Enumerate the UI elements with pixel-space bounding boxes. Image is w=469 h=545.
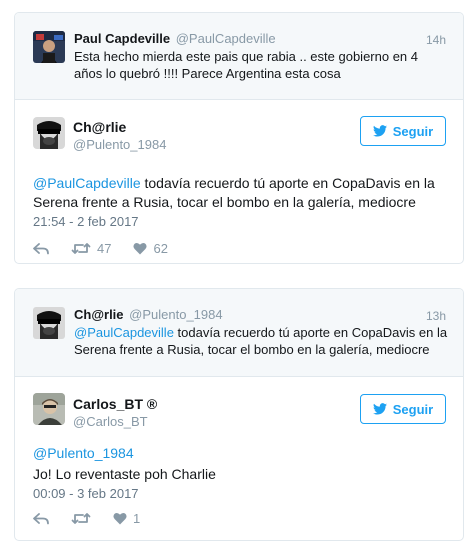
heart-icon — [113, 513, 127, 525]
author-name[interactable]: Carlos_BT ® — [73, 396, 157, 412]
follow-button[interactable]: Seguir — [360, 394, 446, 424]
tweet-timestamp[interactable]: 13h — [426, 309, 446, 323]
reply-button[interactable] — [33, 242, 49, 255]
like-button[interactable]: 62 — [133, 241, 168, 256]
tweet-text: @PaulCapdeville todavía recuerdo tú apor… — [74, 324, 449, 358]
mention-link[interactable]: @Pulento_1984 — [33, 445, 134, 461]
parent-tweet[interactable]: Paul Capdeville @PaulCapdeville 14h Esta… — [15, 13, 463, 100]
retweet-icon — [71, 243, 91, 254]
follow-button[interactable]: Seguir — [360, 116, 446, 146]
reply-icon — [33, 242, 49, 254]
tweet-card-2: Ch@rlie @Pulento_1984 13h @PaulCapdevill… — [14, 288, 464, 541]
author-handle[interactable]: @PaulCapdeville — [176, 31, 276, 46]
reply-button[interactable] — [33, 512, 49, 525]
tweet-date[interactable]: 00:09 - 3 feb 2017 — [33, 486, 139, 501]
avatar[interactable] — [33, 117, 65, 149]
tweet-actions: 1 — [33, 511, 162, 526]
twitter-bird-icon — [372, 403, 387, 415]
retweet-count: 47 — [97, 241, 112, 256]
author-name[interactable]: Ch@rlie — [73, 119, 126, 135]
author-name[interactable]: Paul Capdeville — [74, 31, 170, 46]
mention-link[interactable]: @PaulCapdeville — [33, 175, 141, 191]
author-handle[interactable]: @Pulento_1984 — [129, 307, 222, 322]
tweet-actions: 47 62 — [33, 241, 190, 256]
tweet-text: @PaulCapdeville todavía recuerdo tú apor… — [33, 174, 453, 212]
tweet-text: Jo! Lo reventaste poh Charlie — [33, 466, 216, 482]
author-name[interactable]: Ch@rlie — [74, 307, 124, 322]
reply-icon — [33, 512, 49, 524]
retweet-button[interactable]: 47 — [71, 241, 111, 256]
tweet-card-1: Paul Capdeville @PaulCapdeville 14h Esta… — [14, 12, 464, 264]
retweet-button[interactable] — [71, 512, 91, 525]
author-handle[interactable]: @Pulento_1984 — [73, 137, 166, 152]
tweet-text: Esta hecho mierda este pais que rabia ..… — [74, 49, 418, 81]
twitter-bird-icon — [372, 125, 387, 137]
tweet-timestamp[interactable]: 14h — [426, 33, 446, 47]
follow-button-label: Seguir — [392, 401, 434, 417]
retweet-icon — [71, 513, 91, 524]
follow-button-label: Seguir — [392, 123, 434, 139]
like-count: 1 — [133, 511, 141, 526]
avatar[interactable] — [33, 393, 65, 425]
tweet-date[interactable]: 21:54 - 2 feb 2017 — [33, 214, 139, 229]
parent-tweet[interactable]: Ch@rlie @Pulento_1984 13h @PaulCapdevill… — [15, 289, 463, 377]
avatar[interactable] — [33, 31, 65, 63]
avatar[interactable] — [33, 307, 65, 339]
like-button[interactable]: 1 — [113, 511, 140, 526]
author-handle[interactable]: @Carlos_BT — [73, 414, 148, 429]
mention-link[interactable]: @PaulCapdeville — [74, 325, 174, 340]
heart-icon — [133, 243, 148, 255]
like-count: 62 — [153, 241, 168, 256]
